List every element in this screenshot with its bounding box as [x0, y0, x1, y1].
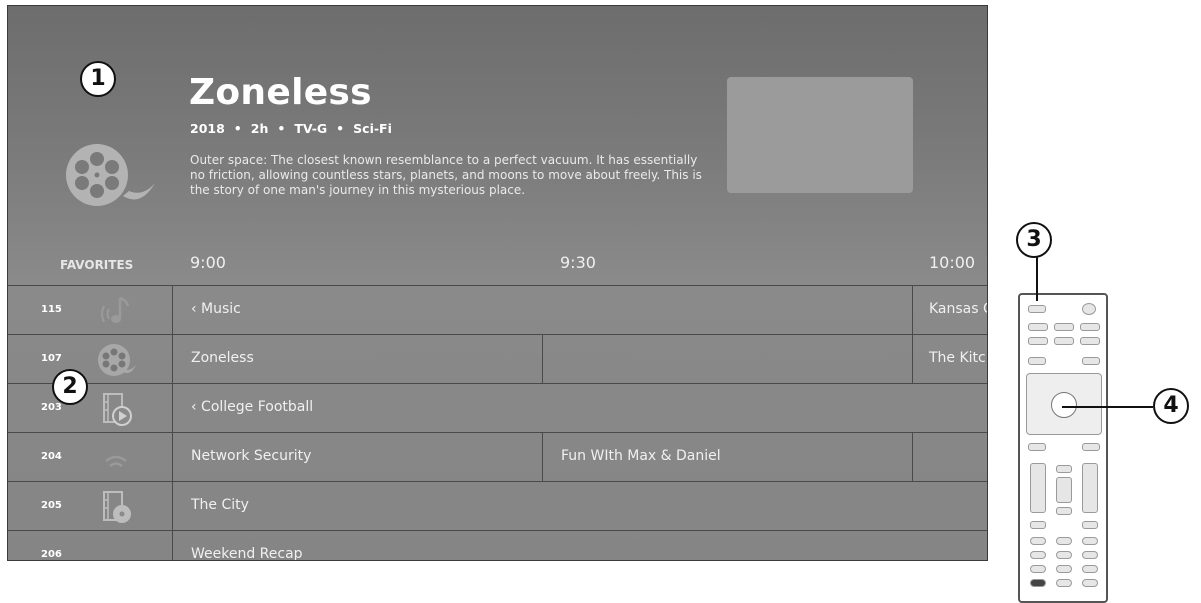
number-key	[1056, 579, 1072, 587]
program-cell[interactable]: ‹ College Football	[173, 384, 987, 433]
number-key	[1030, 551, 1046, 559]
guide-row: 203 ‹ College Football	[8, 383, 987, 433]
favorites-label: FAVORITES	[60, 258, 134, 272]
film-play-icon	[103, 393, 132, 426]
remote-button	[1056, 477, 1072, 503]
program-cell[interactable]: Network Security	[173, 433, 543, 482]
remote-button	[1082, 357, 1100, 365]
tv-guide-screen: 1 Zoneless 2018 • 2h • TV-G • Sci-Fi Outer spa…	[7, 5, 988, 561]
number-key	[1082, 551, 1098, 559]
callout-1: 1	[80, 61, 116, 97]
remote-button	[1082, 521, 1098, 529]
callout-2: 2	[52, 369, 88, 405]
music-icon	[101, 296, 130, 323]
number-key	[1082, 565, 1098, 573]
program-cell[interactable]: The City	[173, 482, 987, 531]
meta-separator: •	[336, 121, 345, 136]
channel-number: 107	[41, 353, 62, 364]
callout-4: 4	[1153, 388, 1189, 424]
program-rating: TV-G	[294, 121, 328, 136]
remote-button	[1030, 521, 1046, 529]
remote-button	[1080, 337, 1100, 345]
program-cell[interactable]: The Kitchen	[913, 335, 987, 384]
program-description: Outer space: The closest known resemblan…	[190, 153, 702, 197]
volume-rocker	[1030, 463, 1046, 513]
film-disc-icon	[103, 491, 131, 523]
time-slot: 10:00	[929, 253, 976, 272]
program-year: 2018	[190, 121, 225, 136]
remote-button	[1080, 323, 1100, 331]
number-key	[1056, 551, 1072, 559]
callout-3: 3	[1016, 222, 1052, 258]
guide-row: 107 Zoneless The Kitchen	[8, 334, 987, 384]
remote-button	[1054, 337, 1074, 345]
guide-row: 205 The City	[8, 481, 987, 531]
callout-3-leader	[1036, 253, 1038, 301]
channel-number: 203	[41, 402, 62, 413]
film-reel-icon	[98, 344, 136, 376]
program-title: Zoneless	[189, 72, 372, 113]
channel-number: 206	[41, 549, 62, 560]
number-key	[1056, 565, 1072, 573]
time-slot: 9:30	[560, 253, 596, 272]
program-cell[interactable]	[913, 433, 987, 482]
power-button	[1082, 303, 1096, 315]
program-cell[interactable]: Weekend Recap	[173, 531, 987, 560]
program-cell[interactable]	[543, 335, 913, 384]
remote-button	[1028, 357, 1046, 365]
channel-rocker	[1082, 463, 1098, 513]
remote-button	[1082, 443, 1100, 451]
film-reel-icon	[66, 144, 155, 206]
program-cell[interactable]: Fun WIth Max & Daniel	[543, 433, 913, 482]
callout-4-leader	[1062, 406, 1153, 408]
program-cell[interactable]: Zoneless	[173, 335, 543, 384]
remote-button	[1054, 323, 1074, 331]
program-cell[interactable]: Kansas City	[913, 286, 987, 335]
preview-thumbnail	[727, 77, 913, 193]
channel-number: 204	[41, 451, 62, 462]
wifi-icon	[105, 455, 127, 468]
number-key	[1030, 565, 1046, 573]
number-key	[1030, 579, 1046, 587]
remote-button	[1028, 305, 1046, 313]
program-meta: 2018 • 2h • TV-G • Sci-Fi	[190, 121, 392, 136]
guide-row: 115 ‹ Music Kansas City	[8, 285, 987, 335]
guide-row: 204 Network Security Fun WIth Max & Dani…	[8, 432, 987, 482]
program-cell[interactable]: ‹ Music	[173, 286, 913, 335]
program-duration: 2h	[250, 121, 269, 136]
ok-button	[1051, 392, 1077, 418]
remote-button	[1028, 323, 1048, 331]
number-key	[1030, 537, 1046, 545]
guide-row: 206 Weekend Recap	[8, 530, 987, 560]
remote-button	[1056, 465, 1072, 473]
remote-button	[1056, 507, 1072, 515]
number-key	[1082, 537, 1098, 545]
channel-number: 205	[41, 500, 62, 511]
program-genre: Sci-Fi	[353, 121, 392, 136]
meta-separator: •	[233, 121, 242, 136]
remote-button	[1028, 443, 1046, 451]
time-slot: 9:00	[190, 253, 226, 272]
number-key	[1056, 537, 1072, 545]
channel-number: 115	[41, 304, 62, 315]
remote-control	[1018, 293, 1108, 603]
meta-separator: •	[277, 121, 286, 136]
remote-button	[1028, 337, 1048, 345]
number-key	[1082, 579, 1098, 587]
